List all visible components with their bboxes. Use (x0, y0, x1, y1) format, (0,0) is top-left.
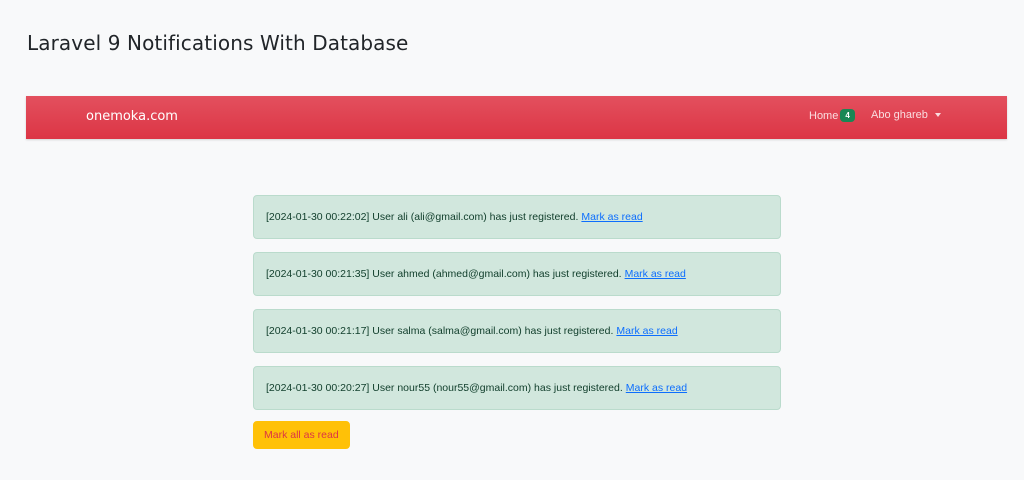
page-title: Laravel 9 Notifications With Database (27, 31, 409, 55)
mark-as-read-link[interactable]: Mark as read (625, 268, 686, 280)
nav-home-link[interactable]: Home 4 (809, 109, 855, 122)
notification-message: [2024-01-30 00:22:02] User ali (ali@gmai… (266, 211, 579, 223)
caret-down-icon (934, 113, 941, 117)
nav-home-label: Home (809, 109, 839, 122)
notification-message: [2024-01-30 00:21:17] User salma (salma@… (266, 325, 614, 337)
notifications-list: [2024-01-30 00:22:02] User ali (ali@gmai… (253, 195, 781, 423)
mark-all-as-read-button[interactable]: Mark all as read (253, 421, 350, 449)
notification-alert: [2024-01-30 00:20:27] User nour55 (nour5… (253, 366, 781, 410)
notification-alert: [2024-01-30 00:21:35] User ahmed (ahmed@… (253, 252, 781, 296)
user-dropdown-toggle[interactable]: Abo ghareb (871, 109, 941, 121)
navbar-brand-link[interactable]: onemoka.com (86, 109, 178, 124)
notification-alert: [2024-01-30 00:22:02] User ali (ali@gmai… (253, 195, 781, 239)
notification-message: [2024-01-30 00:20:27] User nour55 (nour5… (266, 382, 623, 394)
notification-count-badge: 4 (840, 109, 855, 122)
mark-as-read-link[interactable]: Mark as read (581, 211, 642, 223)
notification-alert: [2024-01-30 00:21:17] User salma (salma@… (253, 309, 781, 353)
mark-as-read-link[interactable]: Mark as read (626, 382, 687, 394)
notification-message: [2024-01-30 00:21:35] User ahmed (ahmed@… (266, 268, 622, 280)
navbar: onemoka.com Home 4 Abo ghareb (26, 96, 1007, 139)
user-name-label: Abo ghareb (871, 109, 928, 121)
mark-as-read-link[interactable]: Mark as read (616, 325, 677, 337)
